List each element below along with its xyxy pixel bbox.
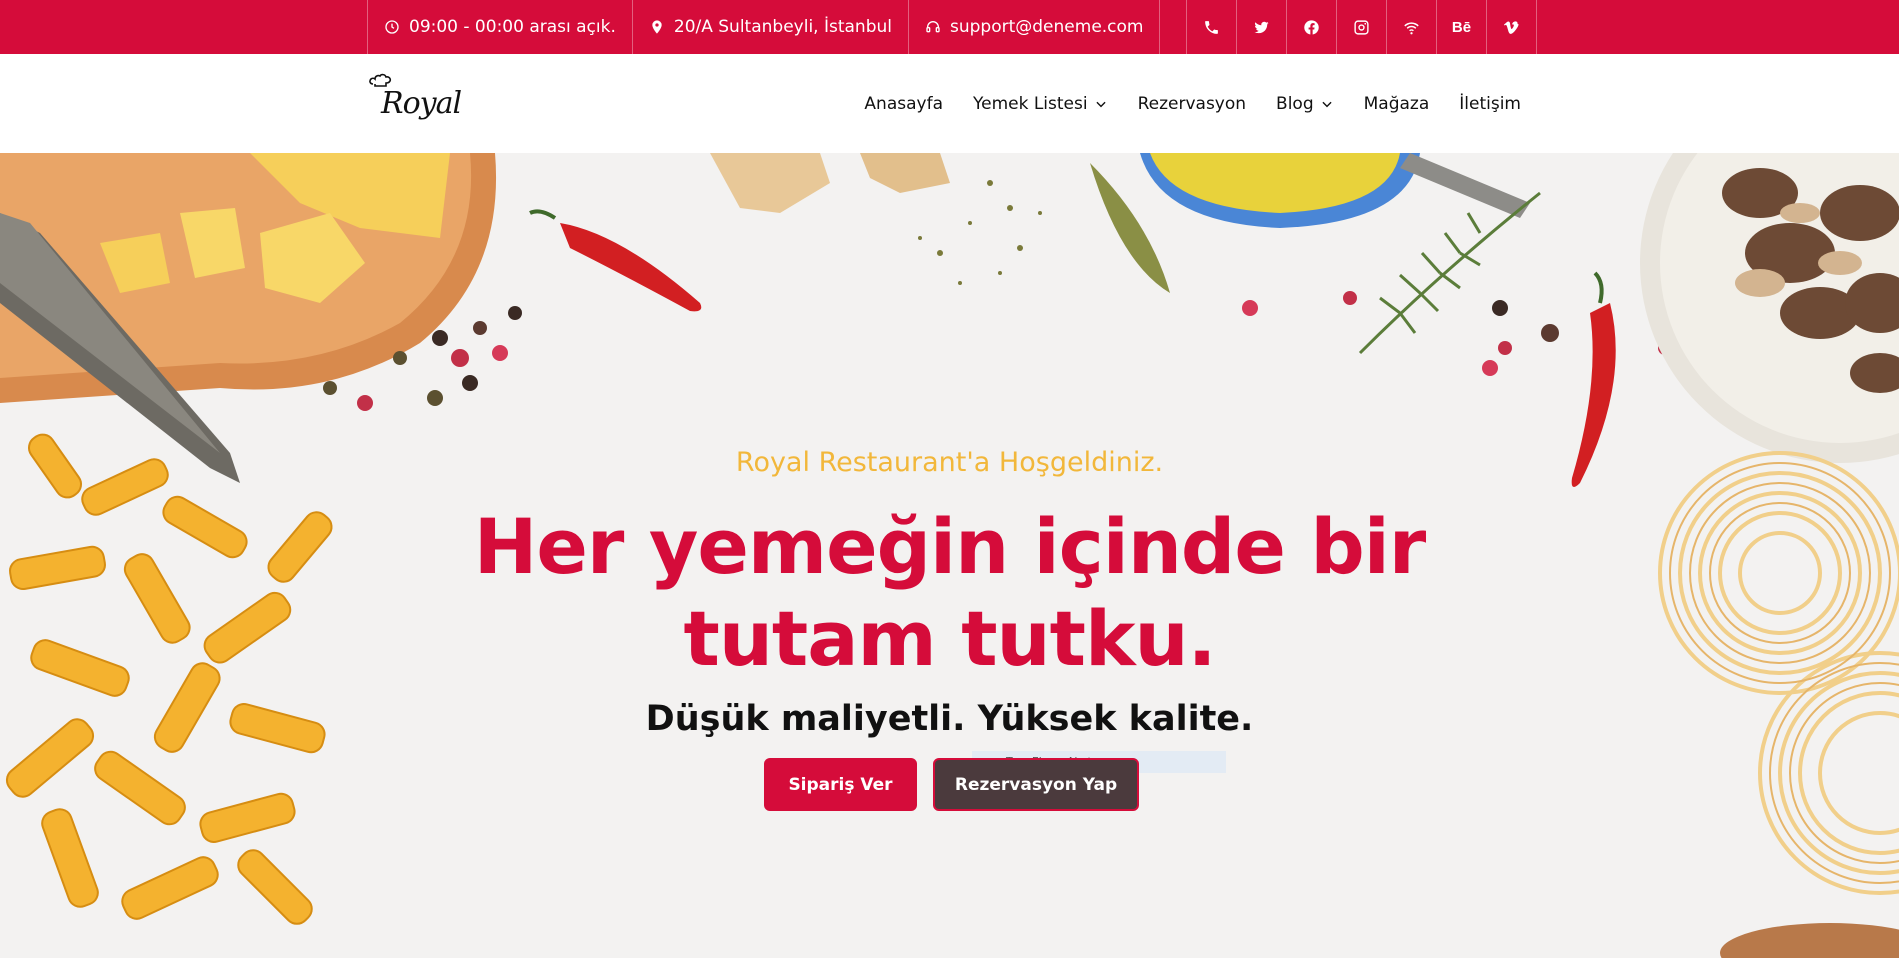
behance-link[interactable]: Bē <box>1437 0 1487 54</box>
headset-icon <box>926 21 940 33</box>
nav-item-menu[interactable]: Yemek Listesi <box>973 94 1108 114</box>
map-pin-icon <box>652 20 662 34</box>
hero-subheadline: Düşük maliyetli. Yüksek kalite. <box>645 699 1254 739</box>
email-text[interactable]: support@deneme.com <box>950 17 1143 37</box>
hero-headline-line1: Her yemeğin içinde bir <box>473 502 1427 591</box>
wifi-link[interactable] <box>1387 0 1437 54</box>
nav-item-label: Rezervasyon <box>1137 93 1247 114</box>
order-button[interactable]: Sipariş Ver <box>764 758 917 811</box>
site-header: Royal Anasayfa Yemek Listesi Rezervasyon… <box>0 54 1899 153</box>
phone-icon <box>1205 20 1218 34</box>
email[interactable]: support@deneme.com <box>909 0 1161 54</box>
behance-icon: Bē <box>1451 18 1472 36</box>
nav-item-home[interactable]: Anasayfa <box>864 94 943 114</box>
chevron-down-icon <box>1096 101 1106 107</box>
facebook-icon <box>1304 19 1319 35</box>
facebook-link[interactable] <box>1287 0 1337 54</box>
nav-item-shop[interactable]: Mağaza <box>1364 94 1430 114</box>
hero-section: Royal Restaurant'a Hoşgeldiniz. Her yeme… <box>0 153 1899 958</box>
twitter-icon <box>1254 21 1269 33</box>
twitter-link[interactable] <box>1237 0 1287 54</box>
phone-link[interactable] <box>1187 0 1237 54</box>
reservation-button[interactable]: Rezervasyon Yap <box>933 758 1139 811</box>
address: 20/A Sultanbeyli, İstanbul <box>633 0 909 54</box>
nav-item-label: Anasayfa <box>864 93 943 114</box>
address-text: 20/A Sultanbeyli, İstanbul <box>673 17 892 37</box>
nav-item-label: Blog <box>1276 93 1314 114</box>
hero-headline: Her yemeğin içinde bir tutam tutku. <box>0 501 1899 685</box>
nav-item-reservation[interactable]: Rezervasyon <box>1138 94 1246 114</box>
chevron-down-icon <box>1322 101 1332 107</box>
nav-item-label: Yemek Listesi <box>972 93 1088 114</box>
nav-item-contact[interactable]: İletişim <box>1459 94 1521 114</box>
top-bar: 09:00 - 00:00 arası açık. 20/A Sultanbey… <box>0 0 1899 54</box>
contact-info: 09:00 - 00:00 arası açık. 20/A Sultanbey… <box>367 0 1161 54</box>
instagram-link[interactable] <box>1337 0 1387 54</box>
wifi-icon <box>1404 21 1419 34</box>
vimeo-icon <box>1503 20 1519 34</box>
nav-item-blog[interactable]: Blog <box>1276 94 1334 114</box>
logo-text: Royal <box>381 86 462 121</box>
opening-hours: 09:00 - 00:00 arası açık. <box>368 0 633 54</box>
hero-content: Royal Restaurant'a Hoşgeldiniz. Her yeme… <box>0 153 1899 958</box>
nav-item-label: İletişim <box>1459 93 1521 114</box>
instagram-icon <box>1354 19 1369 35</box>
hero-welcome: Royal Restaurant'a Hoşgeldiniz. <box>735 447 1164 478</box>
main-nav: Anasayfa Yemek Listesi Rezervasyon Blog … <box>834 54 1521 153</box>
social-links: Bē <box>1186 0 1537 54</box>
hero-headline-line2: tutam tutku. <box>683 594 1217 683</box>
vimeo-link[interactable] <box>1487 0 1537 54</box>
clock-icon <box>385 20 399 34</box>
opening-hours-text: 09:00 - 00:00 arası açık. <box>409 17 616 37</box>
nav-item-label: Mağaza <box>1363 93 1430 114</box>
logo[interactable]: Royal <box>367 72 462 136</box>
